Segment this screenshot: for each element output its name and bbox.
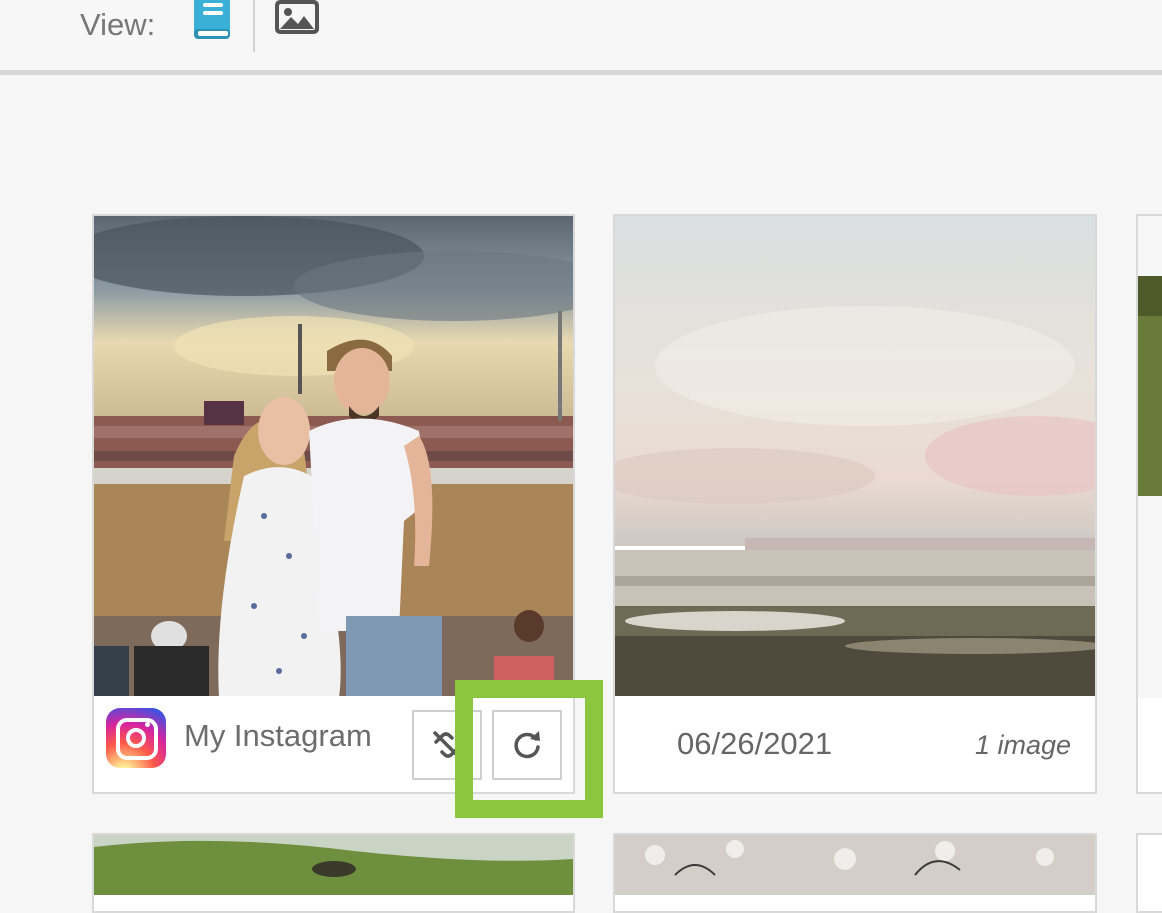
instagram-icon — [106, 708, 166, 768]
album-card-partial[interactable] — [1136, 214, 1162, 794]
book-icon — [194, 0, 230, 39]
album-card-bottom-3[interactable] — [1136, 833, 1162, 913]
album-cover-landscape — [94, 835, 573, 895]
album-cover-photo — [94, 216, 573, 698]
view-divider — [253, 0, 255, 52]
album-cover-painting — [615, 216, 1095, 698]
card-footer: 06/26/2021 1 image — [615, 696, 1095, 792]
view-label: View: — [80, 7, 156, 42]
album-cover-floral — [615, 835, 1095, 895]
image-view-button[interactable] — [273, 0, 321, 42]
image-icon — [275, 0, 319, 34]
source-name: My Instagram — [184, 718, 372, 753]
card-footer: My Instagram — [94, 696, 573, 792]
instagram-album-card[interactable]: My Instagram — [92, 214, 575, 794]
image-count: 1 image — [974, 730, 1071, 760]
view-toolbar: View: — [0, 0, 1162, 75]
book-view-button[interactable] — [188, 0, 236, 42]
unlink-icon — [433, 731, 461, 759]
dated-album-card[interactable]: 06/26/2021 1 image — [613, 214, 1097, 794]
unlink-button[interactable] — [412, 710, 482, 780]
album-card-bottom-1[interactable] — [92, 833, 575, 913]
album-cover-partial — [1138, 216, 1162, 698]
refresh-icon — [514, 731, 540, 759]
album-date: 06/26/2021 — [677, 726, 833, 761]
refresh-button[interactable] — [492, 710, 562, 780]
album-card-bottom-2[interactable] — [613, 833, 1097, 913]
